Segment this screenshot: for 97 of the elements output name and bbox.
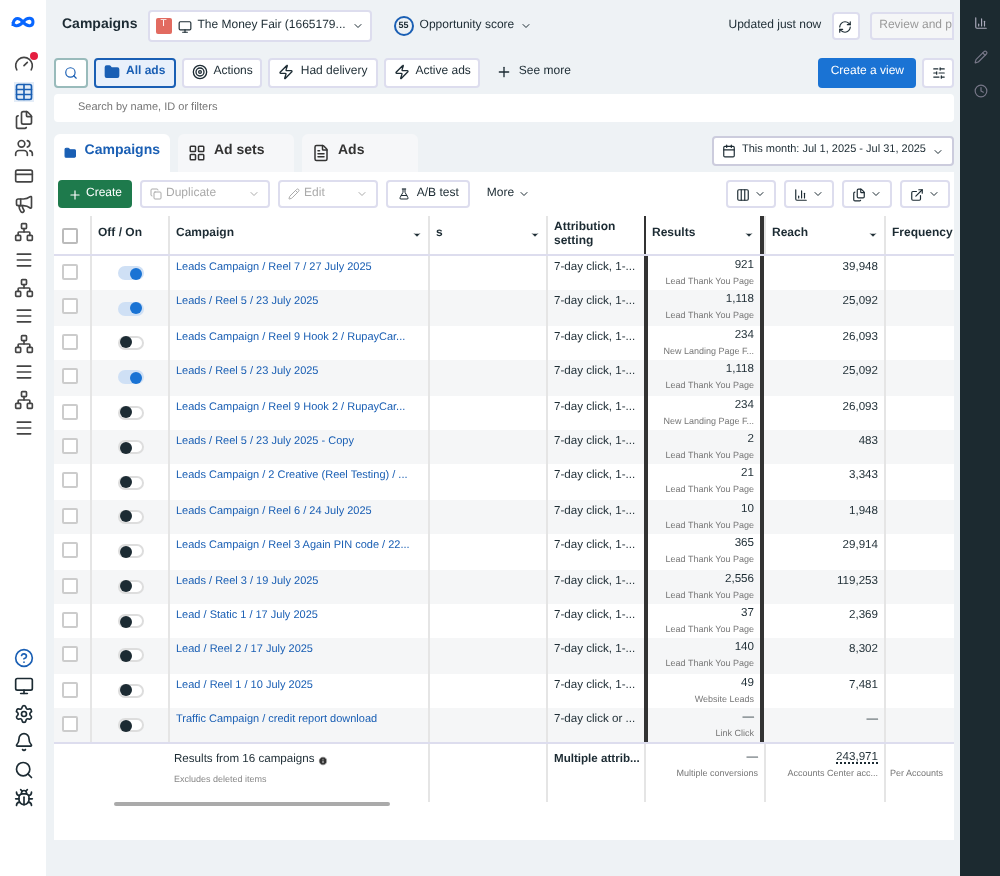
copy-icon <box>150 188 163 200</box>
chart-icon[interactable] <box>973 16 987 30</box>
caret-icon <box>351 20 364 32</box>
document-icon <box>312 144 330 162</box>
meta-logo-icon <box>10 14 36 30</box>
sort-caret-icon <box>530 230 540 240</box>
search-icon <box>64 65 78 79</box>
reports-icon <box>852 187 866 201</box>
help-icon[interactable] <box>13 648 33 668</box>
folder-icon <box>64 144 77 162</box>
caret-icon <box>870 188 882 200</box>
card-icon[interactable] <box>13 166 33 186</box>
grid-icon <box>188 144 206 162</box>
sort-caret-icon <box>868 230 878 240</box>
filter-settings-button[interactable] <box>922 57 954 87</box>
campaign-toggle[interactable] <box>117 301 143 316</box>
network-icon[interactable] <box>13 334 33 354</box>
horizontal-scrollbar[interactable] <box>114 802 390 807</box>
export-icon <box>910 187 924 201</box>
breakdown-icon <box>794 187 808 201</box>
campaign-toggle[interactable] <box>117 440 143 455</box>
menu-icon[interactable] <box>13 362 33 382</box>
caret-icon <box>356 188 369 200</box>
row-checkbox[interactable] <box>62 577 78 594</box>
refresh-icon <box>838 19 853 33</box>
view-dropdown[interactable] <box>842 180 892 208</box>
pencil-icon <box>288 188 301 200</box>
menu-icon[interactable] <box>13 250 33 270</box>
row-checkbox[interactable] <box>62 437 78 454</box>
row-checkbox[interactable] <box>62 611 78 628</box>
bug-icon[interactable] <box>13 788 33 808</box>
table-icon[interactable] <box>13 82 33 102</box>
refresh-button[interactable] <box>831 12 860 40</box>
clock-icon[interactable] <box>973 84 987 98</box>
caret-icon <box>754 188 766 200</box>
campaign-toggle[interactable] <box>117 335 143 350</box>
folder-icon <box>104 64 120 80</box>
info-icon <box>318 756 329 767</box>
row-checkbox[interactable] <box>62 542 78 559</box>
caret-icon <box>812 188 824 200</box>
caret-icon <box>928 188 940 200</box>
target-icon <box>191 64 208 80</box>
view-dropdown[interactable] <box>784 180 834 208</box>
view-dropdown[interactable] <box>900 180 950 208</box>
campaign-toggle[interactable] <box>117 579 143 594</box>
menu-icon[interactable] <box>13 306 33 326</box>
row-checkbox[interactable] <box>62 368 78 385</box>
megaphone-icon[interactable] <box>13 194 33 214</box>
search-button[interactable] <box>54 57 88 87</box>
pages-icon[interactable] <box>13 110 33 130</box>
caret-icon <box>248 188 261 200</box>
row-checkbox[interactable] <box>62 403 78 420</box>
campaign-toggle[interactable] <box>117 266 143 281</box>
bolt-icon <box>278 64 295 80</box>
sort-caret-icon <box>744 230 754 240</box>
pencil-icon[interactable] <box>973 50 987 64</box>
network-icon[interactable] <box>13 278 33 298</box>
campaign-toggle[interactable] <box>117 475 143 490</box>
row-checkbox[interactable] <box>62 298 78 315</box>
search-icon[interactable] <box>13 760 33 780</box>
campaign-toggle[interactable] <box>117 648 143 663</box>
caret-icon <box>520 20 533 32</box>
row-checkbox[interactable] <box>62 716 78 733</box>
plus-icon <box>496 64 513 80</box>
view-dropdown[interactable] <box>726 180 776 208</box>
monitor-icon[interactable] <box>13 676 33 696</box>
calendar-icon <box>721 144 736 158</box>
monitor-icon <box>177 19 192 33</box>
bolt-icon <box>393 64 410 80</box>
select-all-checkbox[interactable] <box>62 227 78 243</box>
network-icon[interactable] <box>13 390 33 410</box>
row-checkbox[interactable] <box>62 333 78 350</box>
plus-icon <box>68 187 82 201</box>
campaign-toggle[interactable] <box>117 405 143 420</box>
campaign-toggle[interactable] <box>117 544 143 559</box>
campaign-toggle[interactable] <box>117 509 143 524</box>
bell-icon[interactable] <box>13 732 33 752</box>
row-checkbox[interactable] <box>62 264 78 280</box>
caret-icon <box>932 145 944 157</box>
sliders-icon <box>931 65 945 79</box>
columns-icon <box>736 187 750 201</box>
gauge-icon[interactable] <box>13 54 33 74</box>
campaign-toggle[interactable] <box>117 614 143 629</box>
row-checkbox[interactable] <box>62 681 78 698</box>
row-checkbox[interactable] <box>62 646 78 663</box>
caret-icon <box>518 188 531 200</box>
campaign-toggle[interactable] <box>117 683 143 698</box>
flask-icon <box>398 188 411 200</box>
network-icon[interactable] <box>13 222 33 242</box>
sort-caret-icon <box>412 230 422 240</box>
row-checkbox[interactable] <box>62 507 78 524</box>
settings-icon[interactable] <box>13 704 33 724</box>
campaign-toggle[interactable] <box>117 718 143 733</box>
campaign-toggle[interactable] <box>117 370 143 385</box>
people-icon[interactable] <box>13 138 33 158</box>
row-checkbox[interactable] <box>62 472 78 489</box>
menu-icon[interactable] <box>13 418 33 438</box>
